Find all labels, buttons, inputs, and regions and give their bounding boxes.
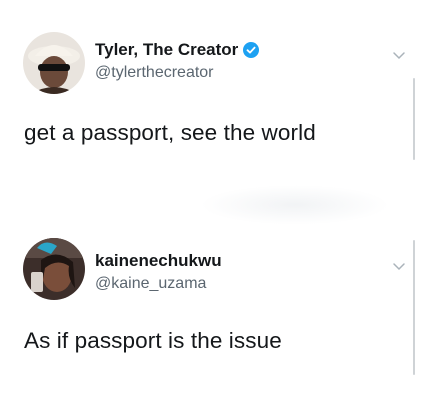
scroll-indicator	[413, 240, 415, 375]
user-handle[interactable]: @kaine_uzama	[95, 275, 206, 293]
user-handle[interactable]: @tylerthecreator	[95, 64, 214, 82]
tweet-card[interactable]: Tyler, The Creator @tylerthecreator get …	[0, 0, 424, 200]
tweet-text: get a passport, see the world	[24, 120, 316, 145]
display-name-row: Tyler, The Creator	[95, 40, 260, 60]
tweet-text: As if passport is the issue	[24, 328, 282, 353]
avatar[interactable]	[23, 32, 85, 94]
chevron-down-icon[interactable]	[392, 259, 406, 271]
display-name[interactable]: kainenechukwu	[95, 251, 222, 271]
scroll-indicator	[413, 78, 415, 160]
avatar[interactable]	[23, 238, 85, 300]
avatar-image	[23, 32, 85, 94]
avatar-image	[23, 238, 85, 300]
verified-badge-icon	[243, 42, 260, 58]
display-name-row: kainenechukwu	[95, 251, 222, 271]
display-name[interactable]: Tyler, The Creator	[95, 40, 238, 60]
chevron-down-icon[interactable]	[392, 48, 406, 60]
tweet-card[interactable]: kainenechukwu @kaine_uzama As if passpor…	[0, 200, 424, 403]
